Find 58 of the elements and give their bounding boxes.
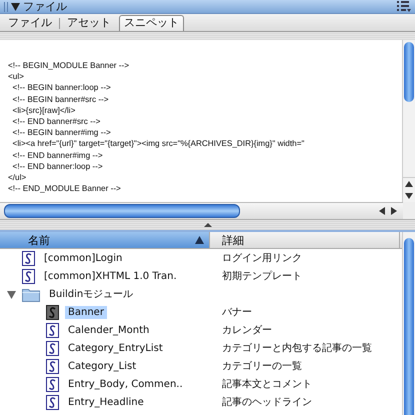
code-line: <!-- BEGIN_MODULE Banner --> bbox=[8, 60, 130, 72]
collapse-triangle-icon[interactable] bbox=[11, 2, 20, 10]
scroll-right-icon[interactable] bbox=[391, 207, 397, 215]
script-file-icon bbox=[46, 304, 59, 320]
folder-name[interactable]: Buildinモジュール bbox=[46, 286, 136, 302]
file-name[interactable]: Entry_Headline bbox=[65, 396, 147, 408]
grip-icon[interactable] bbox=[4, 2, 8, 12]
code-line: <!-- BEGIN banner#src --> bbox=[12, 94, 110, 105]
tab[interactable]: スニペット bbox=[119, 15, 184, 31]
code-line: <!-- END_MODULE Banner --> bbox=[8, 183, 122, 194]
column-header[interactable]: 名前 bbox=[0, 232, 210, 248]
sort-ascending-icon bbox=[195, 236, 204, 244]
file-name[interactable]: [common]XHTML 1.0 Tran. bbox=[41, 270, 180, 282]
file-name[interactable]: [common]Login bbox=[41, 252, 126, 264]
file-name[interactable]: Entry_Body, Commen.. bbox=[65, 378, 186, 390]
description-text: 初期テンプレート bbox=[222, 271, 302, 282]
vertical-scrollbar[interactable] bbox=[402, 232, 415, 415]
column-header[interactable]: 詳細 bbox=[210, 232, 400, 248]
code-line: <li>{src}[raw]</li> bbox=[12, 104, 76, 116]
tab[interactable]: アセット bbox=[63, 16, 115, 31]
script-file-icon bbox=[46, 340, 59, 356]
panel-title: ファイル bbox=[23, 0, 68, 12]
folder-icon bbox=[22, 286, 40, 302]
tab[interactable]: ファイル bbox=[4, 16, 56, 31]
script-file-icon bbox=[46, 394, 59, 410]
scroll-down-icon[interactable] bbox=[405, 193, 413, 199]
script-file-icon bbox=[22, 268, 35, 284]
file-name[interactable]: Calender_Month bbox=[65, 324, 152, 336]
code-line: <ul> bbox=[8, 71, 25, 82]
scroll-up-icon[interactable] bbox=[405, 181, 413, 187]
description-text: バナー bbox=[222, 307, 252, 318]
script-file-icon bbox=[46, 358, 59, 374]
description-text: カテゴリーと内包する記事の一覧 bbox=[222, 343, 372, 354]
script-file-icon bbox=[22, 250, 35, 266]
options-menu-icon[interactable] bbox=[397, 1, 411, 12]
code-line: <!-- BEGIN banner#img --> bbox=[12, 127, 112, 138]
description-text: カテゴリーの一覧 bbox=[222, 361, 302, 372]
scrollbar-corner bbox=[403, 202, 415, 219]
file-name[interactable]: Category_EntryList bbox=[65, 342, 166, 354]
expanded-triangle-icon[interactable] bbox=[7, 290, 16, 298]
code-line: </ul> bbox=[8, 172, 28, 184]
code-line: <li><a href="{url}" target="{target}"><img src="%{ARCHIVES_DIR}{img}" width=" bbox=[12, 138, 306, 150]
script-file-icon bbox=[46, 322, 59, 338]
code-line: <!-- END banner:loop --> bbox=[12, 160, 104, 172]
scroll-left-icon[interactable] bbox=[379, 207, 385, 215]
description-text: 記事本文とコメント bbox=[222, 379, 312, 390]
vertical-scrollbar[interactable] bbox=[402, 40, 415, 202]
description-text: ログイン用リンク bbox=[222, 253, 302, 264]
horizontal-scrollbar[interactable] bbox=[0, 202, 403, 219]
splitter-handle[interactable] bbox=[0, 220, 415, 232]
code-line: <!-- BEGIN banner:loop --> bbox=[12, 82, 112, 94]
code-line: <!-- END banner#src --> bbox=[12, 116, 102, 128]
file-name[interactable]: Category_List bbox=[65, 360, 140, 372]
description-text: 記事のヘッドライン bbox=[222, 397, 312, 408]
script-file-icon bbox=[46, 376, 59, 392]
file-name[interactable]: Banner bbox=[65, 306, 107, 318]
description-text: カレンダー bbox=[222, 325, 272, 336]
code-line: <!-- END banner#img --> bbox=[12, 150, 104, 161]
